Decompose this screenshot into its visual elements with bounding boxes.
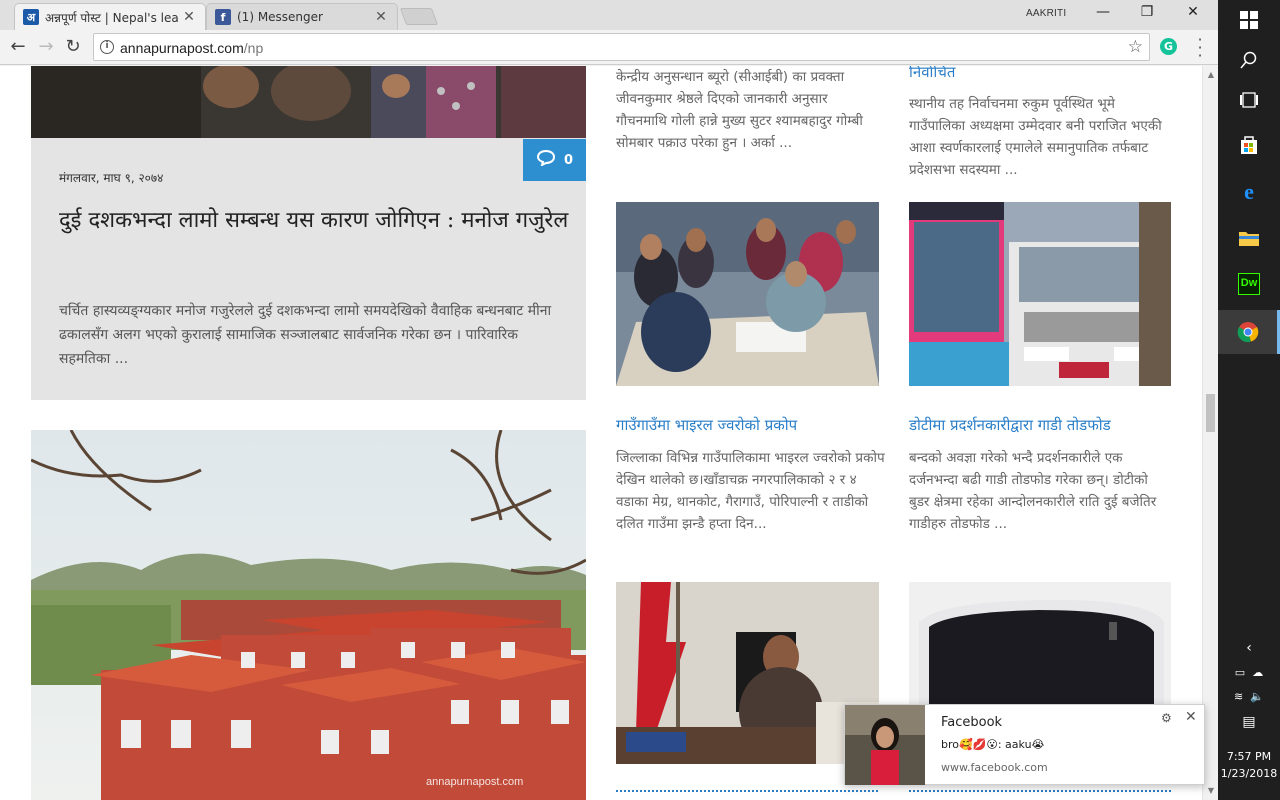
- edge-icon[interactable]: e: [1218, 172, 1280, 212]
- page-scrollbar[interactable]: ▲ ▼: [1202, 66, 1218, 800]
- tray-icons: ▭ ☁: [1218, 666, 1280, 679]
- grammarly-extension-icon[interactable]: G: [1160, 38, 1177, 55]
- chrome-menu-icon[interactable]: · · ·: [1192, 32, 1208, 64]
- notification-body: bro🥰💋😮: aaku😭: [941, 738, 1045, 751]
- article-title-cut[interactable]: [909, 790, 1171, 800]
- comment-count: 0: [563, 152, 574, 168]
- viral-fever-article-image[interactable]: [616, 202, 879, 386]
- article-excerpt: केन्द्रीय अनुसन्धान ब्यूरो (सीआईबी) का प…: [616, 69, 863, 151]
- url-host: annapurnapost.com: [120, 40, 244, 56]
- article-excerpt: बन्दको अवज्ञा गरेको भन्दै प्रदर्शनकारीले…: [909, 450, 1157, 532]
- volume-icon[interactable]: 🔈: [1250, 690, 1264, 703]
- gear-icon[interactable]: ⚙: [1161, 711, 1172, 725]
- clock-time[interactable]: 7:57 PM: [1218, 750, 1280, 763]
- close-icon[interactable]: ✕: [1185, 709, 1197, 725]
- action-center-icon[interactable]: ▤: [1218, 714, 1280, 730]
- show-hidden-icons[interactable]: ‹: [1218, 640, 1280, 656]
- windows-start-icon[interactable]: [1218, 0, 1280, 40]
- minimize-icon[interactable]: —: [1088, 4, 1118, 24]
- article-title[interactable]: गाउँगाउँमा भाइरल ज्वरोको प्रकोप: [616, 413, 797, 437]
- tab-messenger[interactable]: f (1) Messenger ✕: [206, 3, 398, 30]
- address-bar[interactable]: i annapurnapost.com/np ☆: [93, 33, 1150, 61]
- facebook-icon: f: [215, 9, 231, 25]
- page-viewport: 0 मंगलवार, माघ ९, २०७४ दुई दशकभन्दा लामो…: [0, 66, 1202, 800]
- forward-icon[interactable]: →: [35, 36, 57, 58]
- close-tab-icon[interactable]: ✕: [373, 9, 389, 25]
- browser-toolbar: ← → ↻ i annapurnapost.com/np ☆ G · · ·: [0, 30, 1218, 65]
- article-title[interactable]: निर्वाचित: [909, 66, 955, 84]
- annapurna-post-icon: अ: [23, 9, 39, 25]
- profile-name[interactable]: AAKRITI: [1026, 8, 1066, 19]
- housing-article-image[interactable]: annapurnapost.com: [31, 430, 586, 800]
- comment-count-badge[interactable]: 0: [523, 139, 586, 181]
- notification-title: Facebook: [941, 715, 1003, 730]
- featured-article-image[interactable]: [31, 66, 586, 138]
- battery-icon[interactable]: ▭: [1235, 666, 1245, 679]
- back-icon[interactable]: ←: [7, 36, 29, 58]
- scroll-up-icon[interactable]: ▲: [1203, 70, 1219, 79]
- comment-icon: [536, 149, 556, 170]
- cloud-icon[interactable]: ☁: [1252, 666, 1263, 679]
- close-tab-icon[interactable]: ✕: [181, 9, 197, 25]
- facebook-notification[interactable]: Facebook bro🥰💋😮: aaku😭 www.facebook.com …: [844, 704, 1205, 785]
- store-icon[interactable]: [1218, 125, 1280, 165]
- task-view-icon[interactable]: [1218, 80, 1280, 120]
- close-window-icon[interactable]: ✕: [1178, 4, 1208, 24]
- official-article-image[interactable]: [616, 582, 879, 764]
- avatar: [845, 705, 925, 785]
- reload-icon[interactable]: ↻: [62, 36, 84, 58]
- notification-site: www.facebook.com: [941, 761, 1048, 774]
- featured-article-excerpt: चर्चित हास्यव्यङ्ग्यकार मनोज गजुरेलले दु…: [59, 303, 552, 367]
- featured-article-title[interactable]: दुई दशकभन्दा लामो सम्बन्ध यस कारण जोगिएन…: [59, 202, 569, 240]
- vandalism-article-image[interactable]: [909, 202, 1171, 386]
- url-text: annapurnapost.com/np: [120, 40, 263, 56]
- scroll-thumb[interactable]: [1206, 394, 1215, 432]
- tab-annapurna-post[interactable]: अ अन्नपूर्ण पोस्ट | Nepal's lea ✕: [14, 3, 206, 30]
- clock-date[interactable]: 1/23/2018: [1218, 767, 1280, 780]
- article-excerpt: जिल्लाका विभिन्न गाउँपालिकामा भाइरल ज्वर…: [616, 450, 885, 532]
- article-title[interactable]: डोटीमा प्रदर्शनकारीद्वारा गाडी तोडफोड: [909, 413, 1111, 437]
- article-title-cut[interactable]: [616, 790, 878, 800]
- wifi-icon[interactable]: ≋: [1234, 690, 1243, 703]
- screen: अ अन्नपूर्ण पोस्ट | Nepal's lea ✕ f (1) …: [0, 0, 1280, 800]
- article-excerpt: स्थानीय तह निर्वाचनमा रुकुम पूर्वस्थित भ…: [909, 96, 1162, 178]
- article-date: मंगलवार, माघ ९, २०७४: [59, 171, 164, 185]
- search-icon[interactable]: [1218, 40, 1280, 80]
- tray-icons-row2: ≋ 🔈: [1218, 690, 1280, 703]
- windows-taskbar: e Dw ‹ ▭ ☁ ≋ 🔈 ▤ 7:57 PM 1/23/2018: [1218, 0, 1280, 800]
- dreamweaver-label: Dw: [1238, 273, 1260, 295]
- new-tab-button[interactable]: [399, 8, 439, 25]
- chrome-icon[interactable]: [1218, 310, 1280, 354]
- image-watermark: annapurnapost.com: [426, 776, 523, 788]
- tab-strip: अ अन्नपूर्ण पोस्ट | Nepal's lea ✕ f (1) …: [0, 0, 1218, 30]
- tab-title: अन्नपूर्ण पोस्ट | Nepal's lea: [45, 10, 179, 25]
- tab-title: (1) Messenger: [237, 10, 323, 24]
- browser-chrome: अ अन्नपूर्ण पोस्ट | Nepal's lea ✕ f (1) …: [0, 0, 1218, 66]
- scroll-down-icon[interactable]: ▼: [1203, 786, 1219, 795]
- dreamweaver-icon[interactable]: Dw: [1218, 264, 1280, 304]
- url-path: /np: [243, 40, 264, 56]
- maximize-icon[interactable]: ❐: [1132, 4, 1162, 24]
- file-explorer-icon[interactable]: [1218, 218, 1280, 258]
- bookmark-star-icon[interactable]: ☆: [1128, 37, 1143, 57]
- info-icon[interactable]: i: [100, 40, 114, 54]
